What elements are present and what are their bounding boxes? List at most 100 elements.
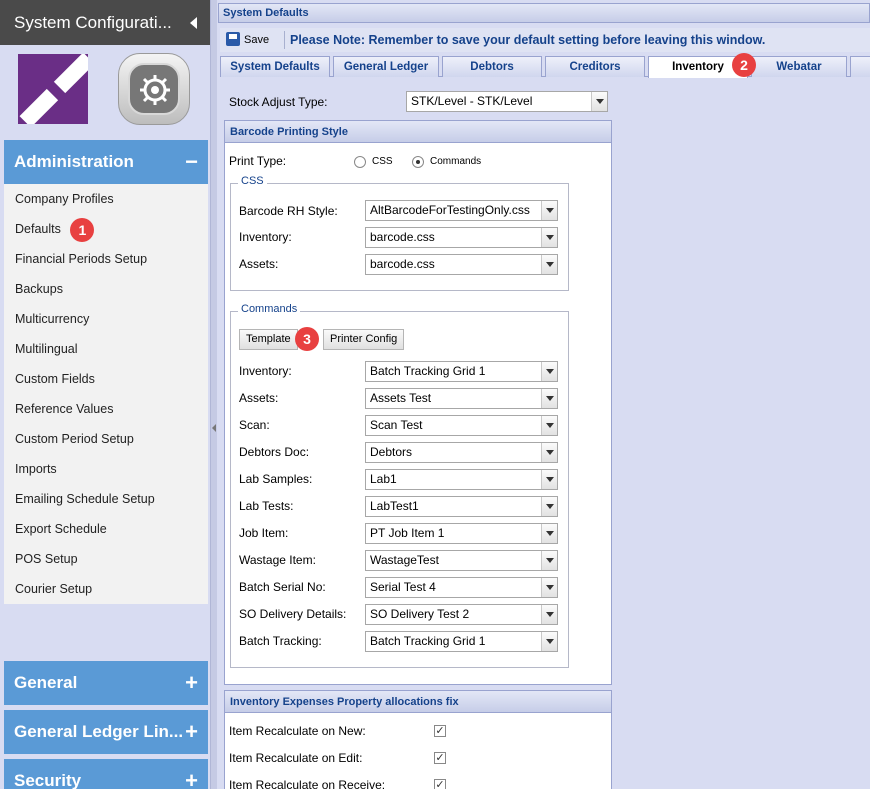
- step-badge: 1: [70, 217, 95, 242]
- tab-webatar[interactable]: Webatar: [751, 56, 847, 77]
- template-button[interactable]: Template: [239, 329, 298, 350]
- recalc-receive-label: Item Recalculate on Receive:: [229, 778, 386, 789]
- save-button[interactable]: Save: [226, 31, 269, 49]
- chevron-down-icon[interactable]: [541, 605, 557, 624]
- chevron-down-icon[interactable]: [541, 524, 557, 543]
- general-panel-header[interactable]: General +: [4, 661, 208, 705]
- nav-item-courier-setup[interactable]: Courier Setup: [4, 574, 208, 604]
- chevron-down-icon[interactable]: [541, 551, 557, 570]
- tab-overflow[interactable]: [850, 56, 870, 77]
- cmd-lab-tests-label: Lab Tests:: [239, 499, 294, 513]
- chevron-down-icon[interactable]: [541, 443, 557, 462]
- stock-adjust-label: Stock Adjust Type:: [229, 95, 328, 109]
- chevron-down-icon[interactable]: [541, 497, 557, 516]
- save-note: Please Note: Remember to save your defau…: [290, 33, 766, 47]
- gl-links-panel-header[interactable]: General Ledger Lin... +: [4, 710, 208, 754]
- cmd-scan-select[interactable]: Scan Test: [365, 415, 558, 436]
- tab-strip: System Defaults General Ledger Debtors C…: [220, 53, 870, 78]
- nav-item-pos-setup[interactable]: POS Setup: [4, 544, 208, 574]
- nav-item-company-profiles[interactable]: Company Profiles: [4, 184, 208, 214]
- cmd-lab-samples-label: Lab Samples:: [239, 472, 313, 486]
- collapse-left-icon[interactable]: [190, 17, 197, 29]
- expand-icon[interactable]: +: [185, 661, 198, 705]
- cmd-job-item-select[interactable]: PT Job Item 1: [365, 523, 558, 544]
- cmd-lab-tests-select[interactable]: LabTest1: [365, 496, 558, 517]
- nav-item-custom-fields[interactable]: Custom Fields: [4, 364, 208, 394]
- step-badge: 3: [295, 327, 319, 351]
- radio-css[interactable]: [354, 156, 366, 168]
- cmd-job-item-label: Job Item:: [239, 526, 289, 540]
- cmd-inventory-select[interactable]: Batch Tracking Grid 1: [365, 361, 558, 382]
- cmd-wastage-item-label: Wastage Item:: [239, 553, 316, 567]
- logo-area: [0, 45, 213, 138]
- cmd-scan-label: Scan:: [239, 418, 270, 432]
- recalc-receive-checkbox[interactable]: ✓: [434, 779, 446, 789]
- barcode-rh-style-label: Barcode RH Style:: [239, 204, 338, 218]
- cmd-wastage-item-select[interactable]: WastageTest: [365, 550, 558, 571]
- recalc-new-label: Item Recalculate on New:: [229, 724, 366, 738]
- cmd-batch-serial-select[interactable]: Serial Test 4: [365, 577, 558, 598]
- radio-css-label: CSS: [372, 156, 393, 167]
- nav-item-multicurrency[interactable]: Multicurrency: [4, 304, 208, 334]
- css-inventory-select[interactable]: barcode.css: [365, 227, 558, 248]
- cmd-debtors-doc-select[interactable]: Debtors: [365, 442, 558, 463]
- nav-item-reference-values[interactable]: Reference Values: [4, 394, 208, 424]
- security-panel-header[interactable]: Security +: [4, 759, 208, 789]
- css-legend: CSS: [238, 175, 267, 187]
- tab-system-defaults[interactable]: System Defaults: [220, 56, 330, 77]
- chevron-down-icon[interactable]: [541, 578, 557, 597]
- printer-config-button[interactable]: Printer Config: [323, 329, 405, 350]
- chevron-down-icon[interactable]: [541, 362, 557, 381]
- cmd-inventory-label: Inventory:: [239, 364, 292, 378]
- tab-debtors[interactable]: Debtors: [442, 56, 542, 77]
- nav-item-financial-periods[interactable]: Financial Periods Setup: [4, 244, 208, 274]
- system-config-icon: [118, 53, 190, 125]
- commands-legend: Commands: [238, 303, 301, 315]
- cmd-batch-tracking-label: Batch Tracking:: [239, 634, 322, 648]
- chevron-down-icon[interactable]: [541, 389, 557, 408]
- barcode-rh-style-select[interactable]: AltBarcodeForTestingOnly.css: [365, 200, 558, 221]
- tab-general-ledger[interactable]: General Ledger: [333, 56, 439, 77]
- nav-item-backups[interactable]: Backups: [4, 274, 208, 304]
- chevron-down-icon[interactable]: [541, 255, 557, 274]
- barcode-printing-section: Barcode Printing Style Print Type: CSS C…: [224, 120, 612, 685]
- chevron-down-icon[interactable]: [541, 416, 557, 435]
- expand-icon[interactable]: +: [185, 759, 198, 789]
- toolbar-separator: [284, 31, 285, 49]
- recalc-edit-checkbox[interactable]: ✓: [434, 752, 446, 764]
- nav-item-export-schedule[interactable]: Export Schedule: [4, 514, 208, 544]
- nav-item-imports[interactable]: Imports: [4, 454, 208, 484]
- nav-item-multilingual[interactable]: Multilingual: [4, 334, 208, 364]
- cmd-batch-tracking-select[interactable]: Batch Tracking Grid 1: [365, 631, 558, 652]
- radio-commands[interactable]: [412, 156, 424, 168]
- nav-item-defaults[interactable]: Defaults 1: [4, 214, 208, 244]
- expand-icon[interactable]: +: [185, 710, 198, 754]
- save-icon: [226, 32, 240, 46]
- recalc-edit-label: Item Recalculate on Edit:: [229, 751, 363, 765]
- sidebar-header: System Configurati...: [0, 0, 213, 45]
- inventory-tab-content: Stock Adjust Type: STK/Level - STK/Level…: [224, 78, 612, 789]
- collapse-icon[interactable]: −: [185, 140, 198, 184]
- chevron-down-icon[interactable]: [591, 92, 607, 111]
- cmd-so-delivery-label: SO Delivery Details:: [239, 607, 347, 621]
- section-title: Barcode Printing Style: [225, 121, 611, 143]
- recalc-new-checkbox[interactable]: ✓: [434, 725, 446, 737]
- nav-item-emailing-schedule[interactable]: Emailing Schedule Setup: [4, 484, 208, 514]
- cmd-debtors-doc-label: Debtors Doc:: [239, 445, 310, 459]
- css-assets-select[interactable]: barcode.css: [365, 254, 558, 275]
- splitter[interactable]: [210, 0, 217, 789]
- chevron-down-icon[interactable]: [541, 228, 557, 247]
- main-panel: System Defaults Save Please Note: Rememb…: [218, 0, 870, 789]
- tab-creditors[interactable]: Creditors: [545, 56, 645, 77]
- cmd-so-delivery-select[interactable]: SO Delivery Test 2: [365, 604, 558, 625]
- stock-adjust-select[interactable]: STK/Level - STK/Level: [406, 91, 608, 112]
- cmd-lab-samples-select[interactable]: Lab1: [365, 469, 558, 490]
- chevron-down-icon[interactable]: [541, 470, 557, 489]
- admin-panel-header[interactable]: Administration −: [4, 140, 208, 184]
- chevron-down-icon[interactable]: [541, 632, 557, 651]
- chevron-down-icon[interactable]: [541, 201, 557, 220]
- collapse-arrow-icon[interactable]: [212, 424, 216, 432]
- toolbar: Save Please Note: Remember to save your …: [220, 28, 870, 52]
- nav-item-custom-period[interactable]: Custom Period Setup: [4, 424, 208, 454]
- cmd-assets-select[interactable]: Assets Test: [365, 388, 558, 409]
